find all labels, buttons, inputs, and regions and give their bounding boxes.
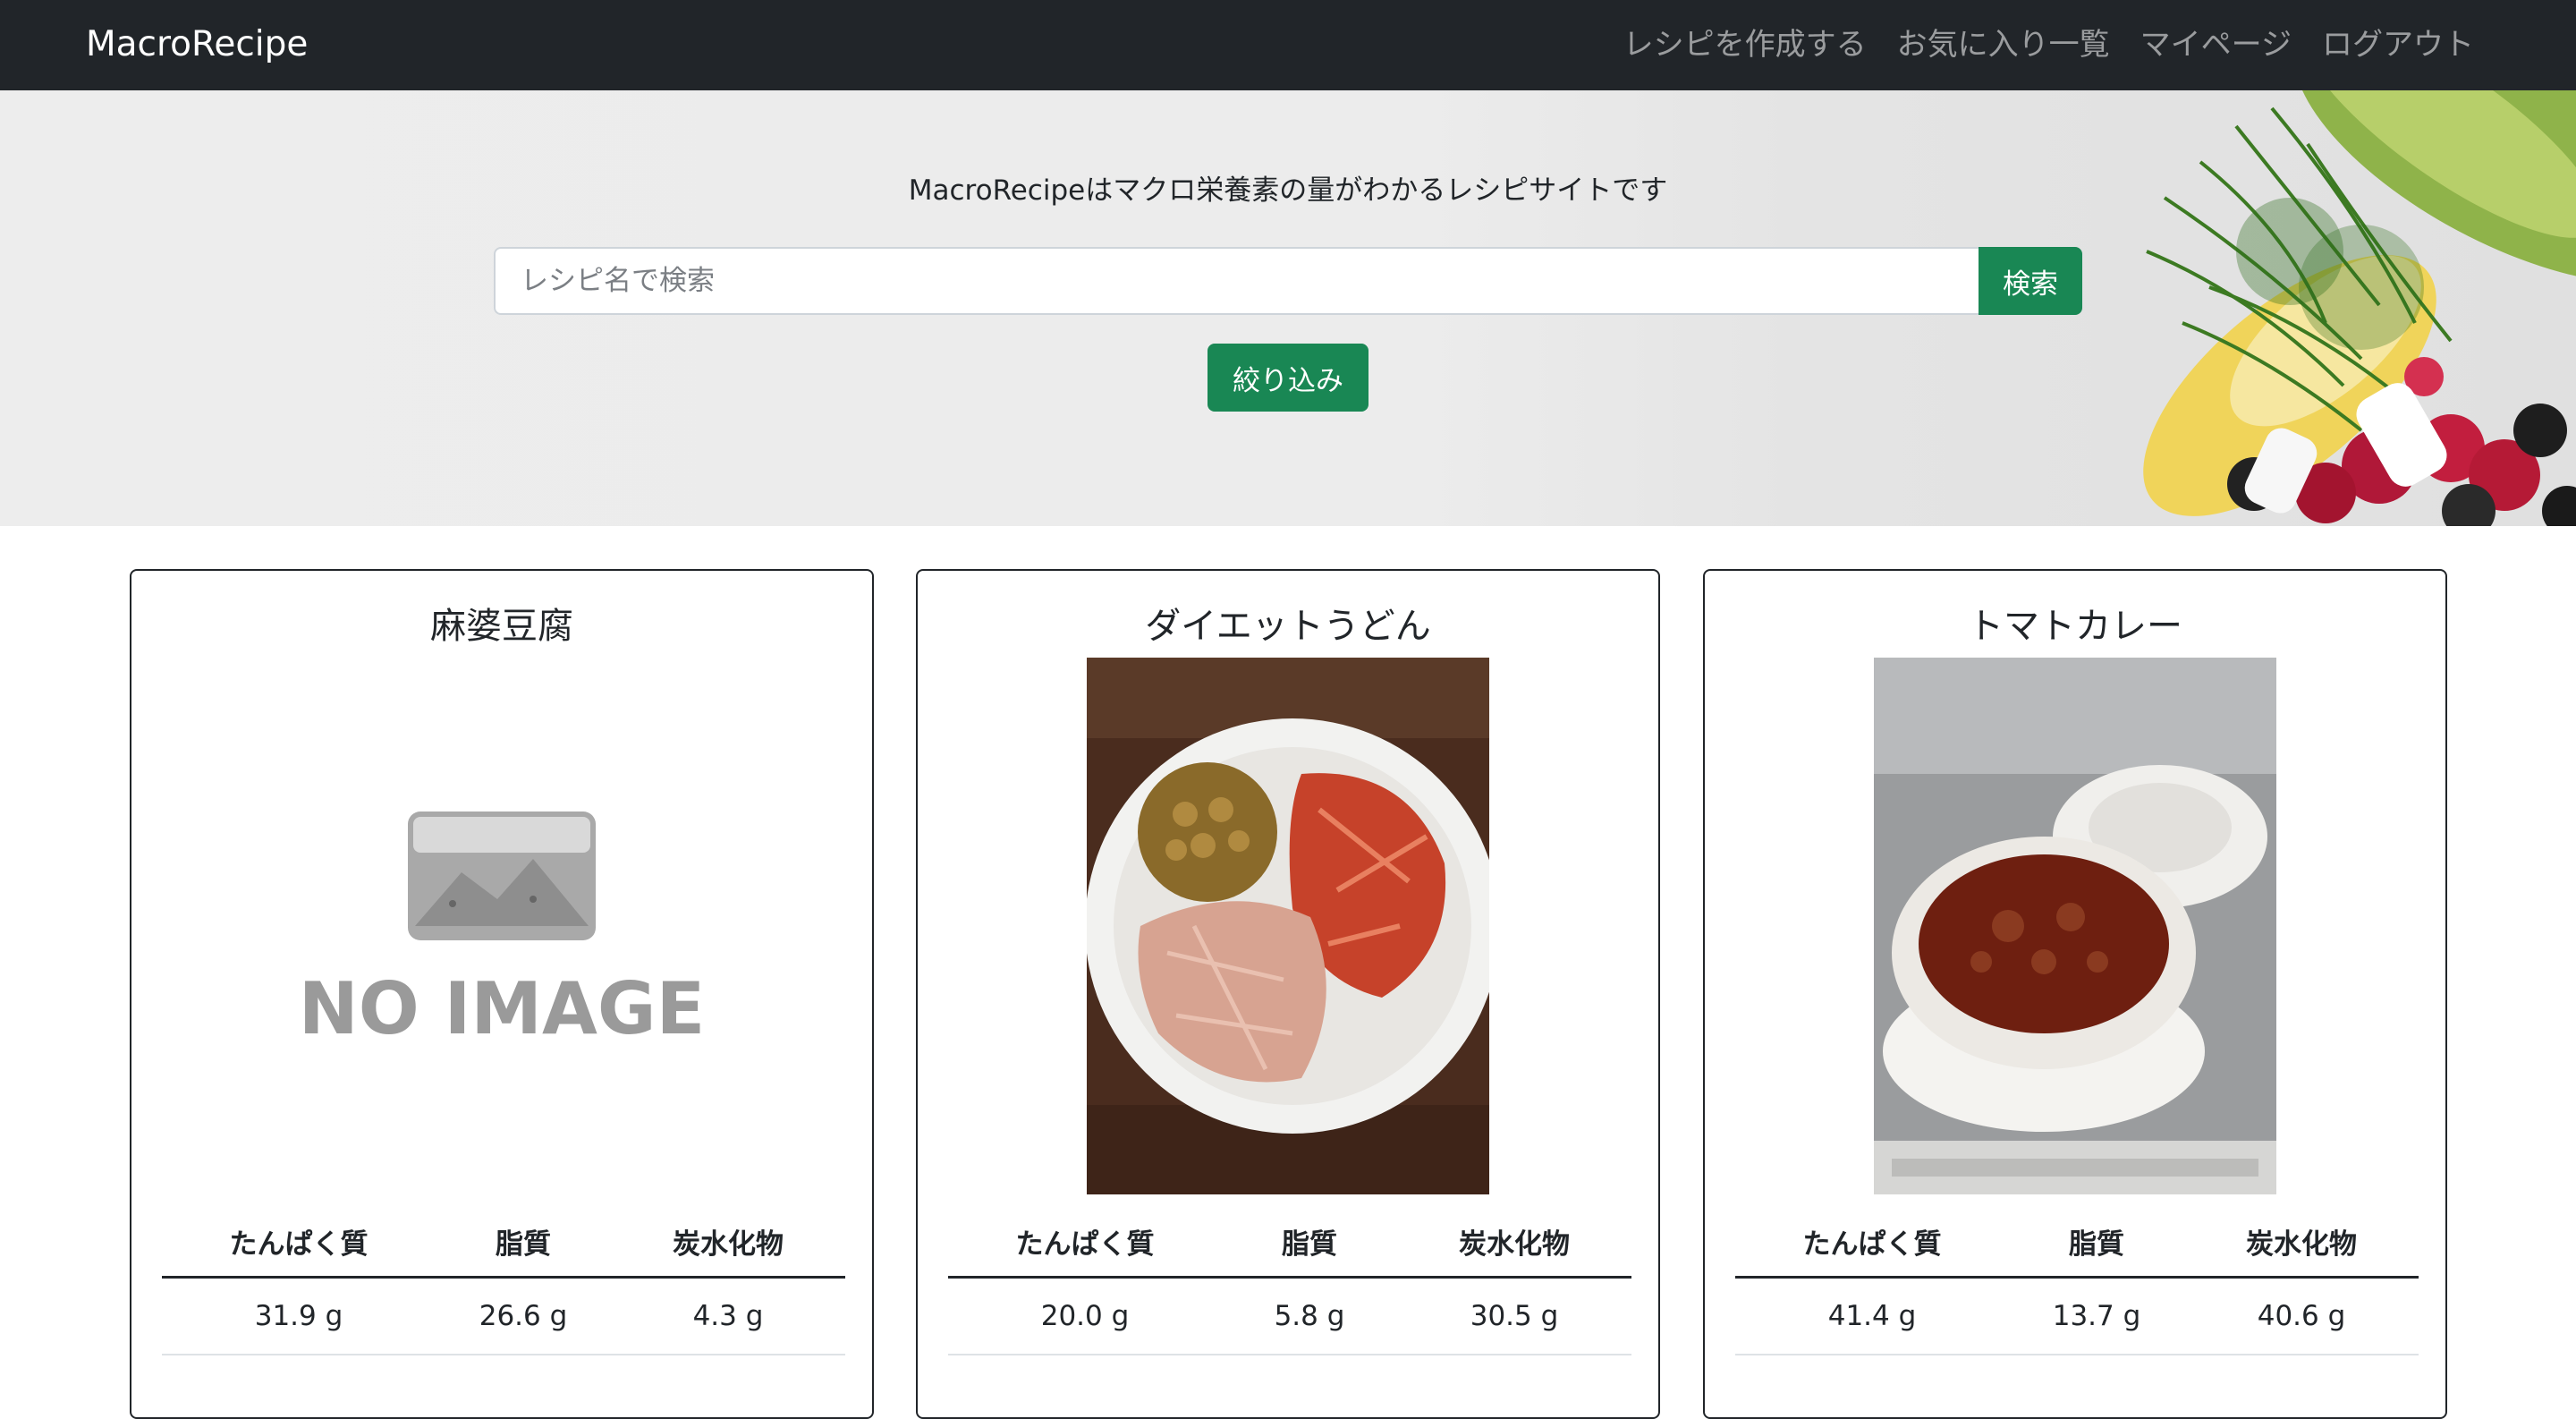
fat-value: 26.6 g bbox=[436, 1277, 611, 1355]
fat-value: 5.8 g bbox=[1222, 1277, 1397, 1355]
carbs-value: 4.3 g bbox=[611, 1277, 845, 1355]
search-bar: 検索 bbox=[494, 247, 2082, 315]
recipe-photo[interactable] bbox=[1087, 658, 1489, 1194]
protein-value: 20.0 g bbox=[948, 1277, 1222, 1355]
nav-links: レシピを作成する お気に入り一覧 マイページ ログアウト bbox=[1623, 20, 2474, 70]
recipe-card[interactable]: 麻婆豆腐 NO IMAGE たんぱく質 脂質 炭水化物 31.9 g 26.6 … bbox=[130, 569, 874, 1419]
top-navbar: MacroRecipe レシピを作成する お気に入り一覧 マイページ ログアウト bbox=[0, 0, 2576, 90]
brand-logo[interactable]: MacroRecipe bbox=[86, 20, 308, 70]
table-row: 31.9 g 26.6 g 4.3 g bbox=[162, 1277, 845, 1355]
protein-header: たんぱく質 bbox=[948, 1206, 1222, 1279]
carbs-value: 40.6 g bbox=[2184, 1277, 2419, 1355]
no-image-icon: NO IMAGE bbox=[301, 658, 703, 1194]
search-button[interactable]: 検索 bbox=[1979, 247, 2082, 315]
fat-header: 脂質 bbox=[1222, 1206, 1397, 1279]
nav-favorites[interactable]: お気に入り一覧 bbox=[1897, 20, 2110, 70]
udon-bowl-photo bbox=[1087, 658, 1489, 1194]
recipe-title[interactable]: ダイエットうどん bbox=[918, 601, 1658, 651]
recipe-title[interactable]: トマトカレー bbox=[1705, 601, 2445, 651]
carbs-header: 炭水化物 bbox=[1397, 1206, 1631, 1279]
macro-table: たんぱく質 脂質 炭水化物 31.9 g 26.6 g 4.3 g bbox=[162, 1206, 845, 1355]
recipe-photo[interactable] bbox=[1874, 658, 2276, 1194]
recipe-card[interactable]: トマトカレー たんぱく質 脂質 炭水化物 41.4 g 13.7 g 40.6 … bbox=[1703, 569, 2447, 1419]
protein-header: たんぱく質 bbox=[162, 1206, 436, 1279]
fat-value: 13.7 g bbox=[2009, 1277, 2184, 1355]
site-tagline: MacroRecipeはマクロ栄養素の量がわかるレシピサイトです bbox=[908, 174, 1668, 207]
hero-banner: MacroRecipeはマクロ栄養素の量がわかるレシピサイトです 検索 絞り込み bbox=[0, 90, 2576, 526]
carbs-value: 30.5 g bbox=[1397, 1277, 1631, 1355]
nav-logout[interactable]: ログアウト bbox=[2322, 20, 2474, 70]
carbs-header: 炭水化物 bbox=[611, 1206, 845, 1279]
search-input[interactable] bbox=[494, 247, 1979, 315]
fat-header: 脂質 bbox=[2009, 1206, 2184, 1279]
filter-button[interactable]: 絞り込み bbox=[1208, 344, 1368, 412]
protein-header: たんぱく質 bbox=[1735, 1206, 2009, 1279]
macro-table: たんぱく質 脂質 炭水化物 20.0 g 5.8 g 30.5 g bbox=[948, 1206, 1631, 1355]
recipe-card[interactable]: ダイエットうどん たんぱく質 脂質 炭水化物 20.0 g 5.8 g 30.5… bbox=[916, 569, 1660, 1419]
svg-text:NO IMAGE: NO IMAGE bbox=[301, 967, 703, 1050]
protein-value: 41.4 g bbox=[1735, 1277, 2009, 1355]
nav-create-recipe[interactable]: レシピを作成する bbox=[1623, 20, 1867, 70]
macro-table: たんぱく質 脂質 炭水化物 41.4 g 13.7 g 40.6 g bbox=[1735, 1206, 2419, 1355]
recipe-image-placeholder[interactable]: NO IMAGE bbox=[301, 658, 703, 1194]
protein-value: 31.9 g bbox=[162, 1277, 436, 1355]
recipe-title[interactable]: 麻婆豆腐 bbox=[131, 601, 872, 651]
tomato-curry-photo bbox=[1874, 658, 2276, 1194]
fat-header: 脂質 bbox=[436, 1206, 611, 1279]
nav-mypage[interactable]: マイページ bbox=[2140, 20, 2292, 70]
table-row: 41.4 g 13.7 g 40.6 g bbox=[1735, 1277, 2419, 1355]
carbs-header: 炭水化物 bbox=[2184, 1206, 2419, 1279]
table-row: 20.0 g 5.8 g 30.5 g bbox=[948, 1277, 1631, 1355]
